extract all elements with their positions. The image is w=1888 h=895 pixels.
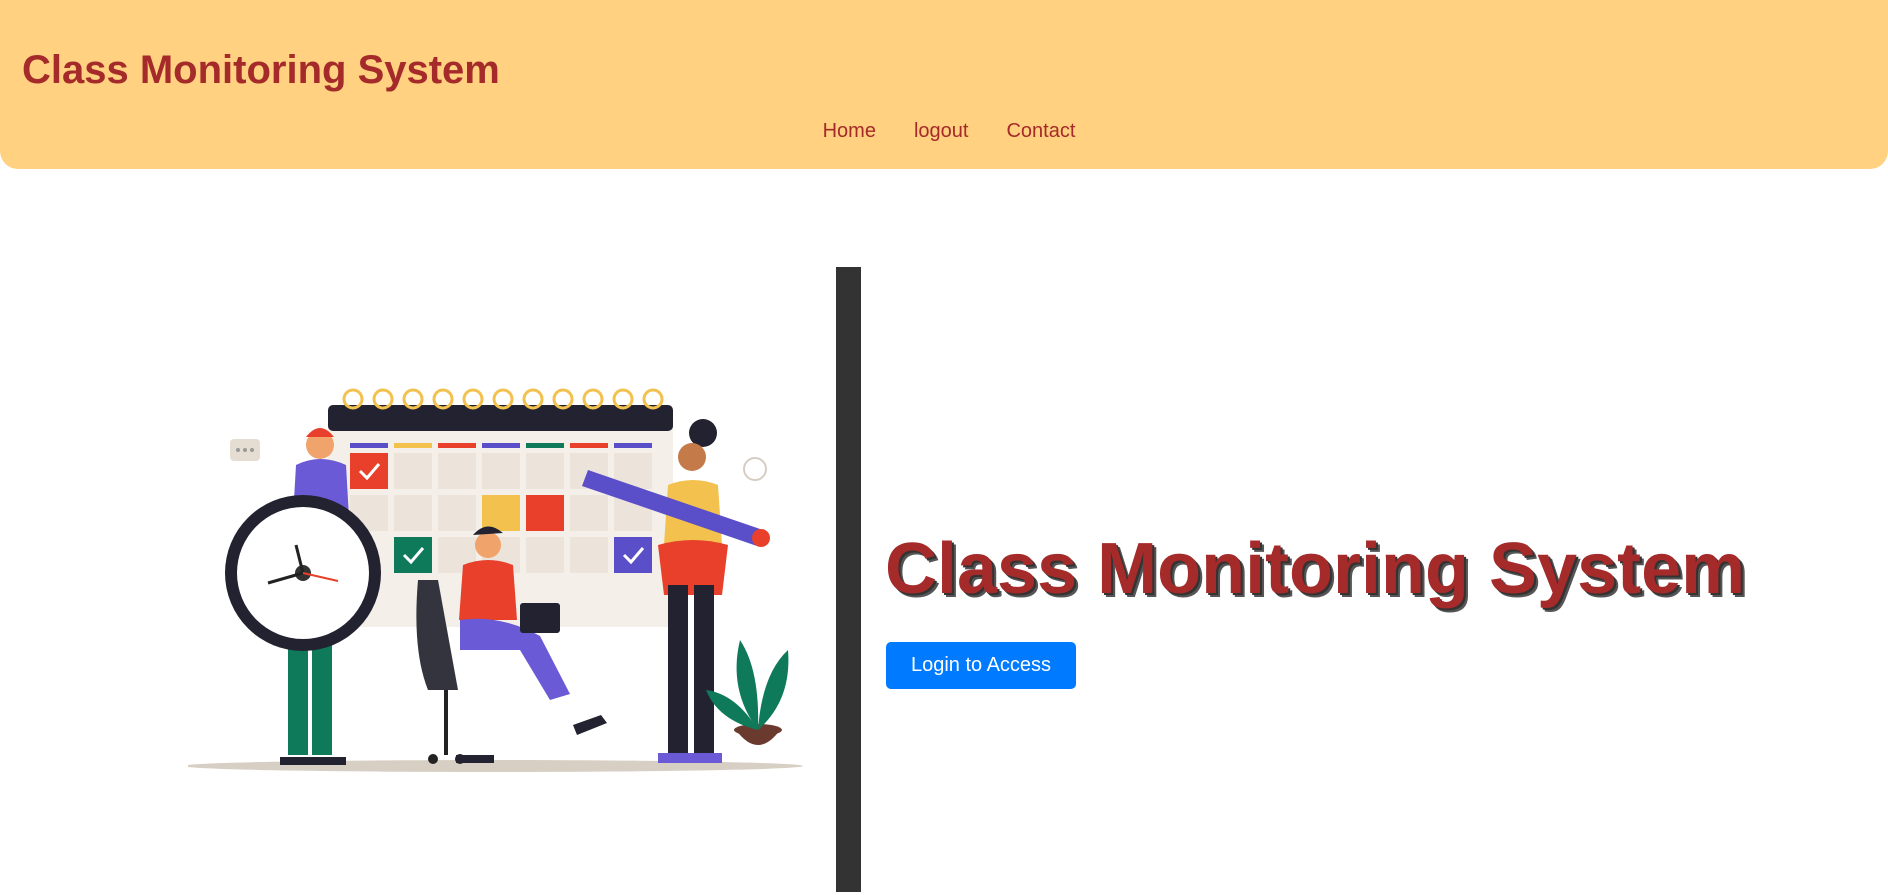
vertical-divider <box>836 267 861 892</box>
nav-logout-link[interactable]: logout <box>914 120 969 143</box>
nav-home-link[interactable]: Home <box>823 120 876 143</box>
hero-title: Class Monitoring System <box>885 529 1746 609</box>
login-button[interactable]: Login to Access <box>886 642 1076 689</box>
class-schedule-illustration <box>188 388 803 772</box>
nav-contact-link[interactable]: Contact <box>1006 120 1075 143</box>
brand-title: Class Monitoring System <box>22 48 500 92</box>
site-header: Class Monitoring System Home logout Cont… <box>0 0 1888 169</box>
main-nav: Home logout Contact <box>0 120 1888 143</box>
